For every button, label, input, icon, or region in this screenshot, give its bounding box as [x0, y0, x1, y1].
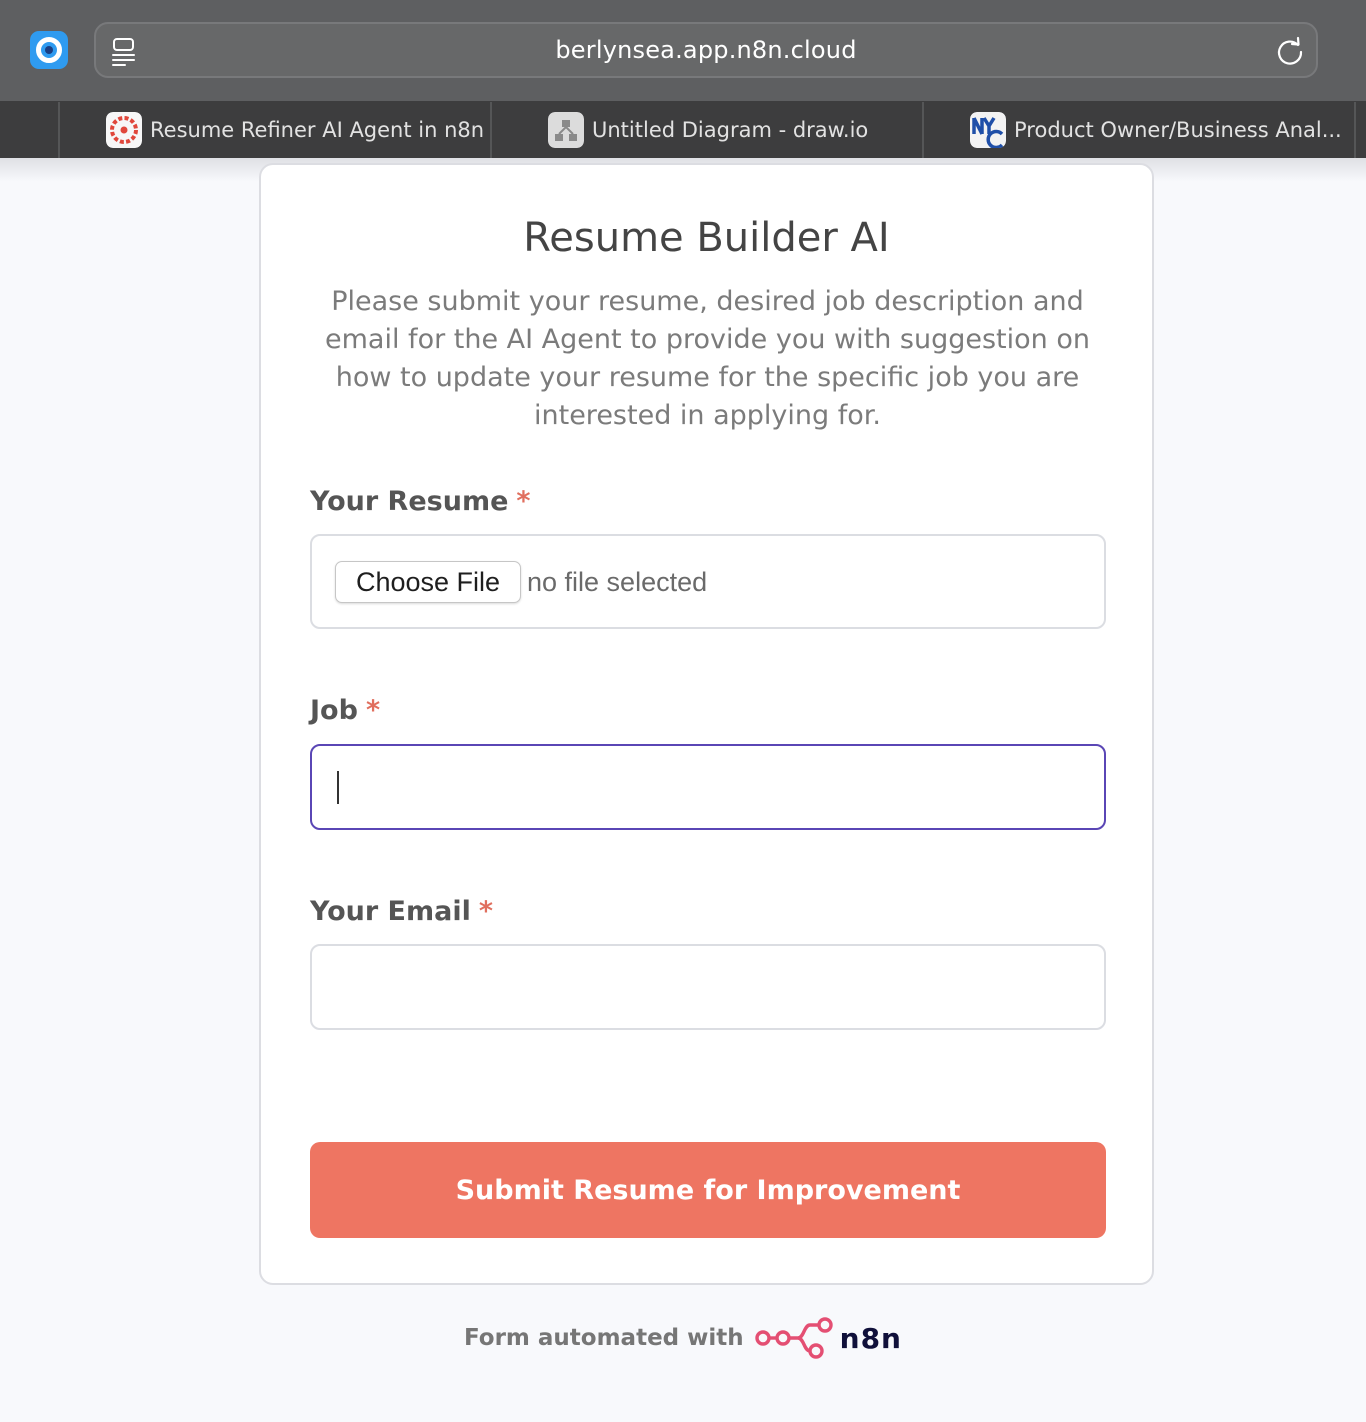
- tab-label: Resume Refiner AI Agent in n8n: [150, 118, 485, 142]
- tab-bar: Resume Refiner AI Agent in n8n Untitled …: [0, 102, 1366, 158]
- job-label-text: Job: [310, 695, 358, 726]
- n8n-wordmark: n8n: [839, 1321, 902, 1355]
- resume-label: Your Resume *: [310, 486, 531, 517]
- required-marker: *: [365, 695, 381, 726]
- submit-button[interactable]: Submit Resume for Improvement: [310, 1142, 1106, 1238]
- form-description: Please submit your resume, desired job d…: [325, 286, 1090, 431]
- email-label-text: Your Email: [310, 896, 471, 927]
- email-label: Your Email *: [310, 896, 493, 927]
- nyc-favicon-icon: [970, 112, 1006, 148]
- file-status-text: no file selected: [527, 566, 708, 597]
- url-text: berlynsea.app.n8n.cloud: [555, 36, 857, 64]
- tab-resume-refiner[interactable]: Resume Refiner AI Agent in n8n: [58, 102, 492, 158]
- form-title: Resume Builder AI: [523, 215, 890, 261]
- email-input[interactable]: [310, 944, 1106, 1030]
- footer: Form automated with n8n: [0, 1316, 1366, 1360]
- resume-file-input[interactable]: Choose File no file selected: [310, 534, 1106, 629]
- browser-logo-icon[interactable]: [30, 31, 68, 69]
- text-caret: [337, 771, 339, 804]
- reload-icon[interactable]: [1274, 35, 1306, 67]
- required-marker: *: [478, 896, 493, 927]
- n8n-favicon-icon: [106, 112, 142, 148]
- tab-divider: [1354, 102, 1356, 158]
- job-label: Job *: [310, 695, 380, 726]
- resume-label-text: Your Resume: [310, 486, 509, 517]
- browser-toolbar: berlynsea.app.n8n.cloud: [0, 0, 1366, 102]
- choose-file-button[interactable]: Choose File: [335, 561, 521, 603]
- tab-drawio[interactable]: Untitled Diagram - draw.io: [490, 102, 924, 158]
- job-input[interactable]: [310, 744, 1106, 830]
- tab-product-owner[interactable]: Product Owner/Business Anal...: [922, 102, 1356, 158]
- address-bar[interactable]: berlynsea.app.n8n.cloud: [94, 22, 1318, 78]
- required-marker: *: [516, 486, 531, 517]
- drawio-favicon-icon: [548, 112, 584, 148]
- n8n-logo-icon[interactable]: [754, 1317, 834, 1359]
- tab-label: Untitled Diagram - draw.io: [592, 118, 869, 142]
- tab-label: Product Owner/Business Anal...: [1014, 118, 1342, 142]
- footer-text: Form automated with: [464, 1325, 744, 1351]
- form-card: Resume Builder AI Please submit your res…: [259, 163, 1154, 1285]
